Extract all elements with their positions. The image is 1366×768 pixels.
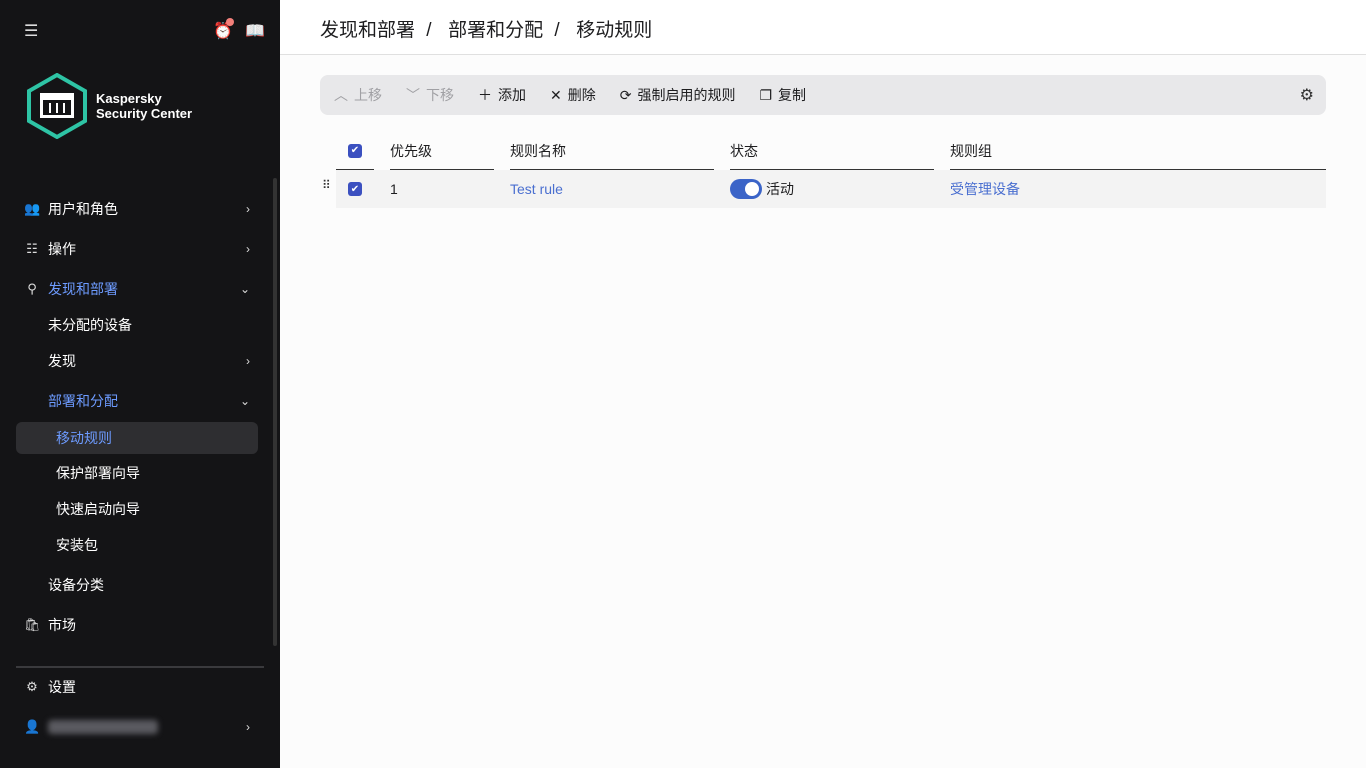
plus-icon: ＋ <box>478 87 492 103</box>
sidebar-item-discovery-deployment[interactable]: ⚲ 发现和部署 ⌄ <box>16 273 258 305</box>
chevron-up-icon: ︿ <box>334 87 348 103</box>
chevron-right-icon: › <box>246 720 250 734</box>
bag-icon: 🛍 <box>24 617 41 632</box>
server-icon: ☷ <box>26 241 38 256</box>
sidebar-item-marketplace[interactable]: 🛍 市场 <box>16 609 258 641</box>
close-icon: ✕ <box>550 86 562 103</box>
column-header-group[interactable]: 规则组 <box>950 132 1326 170</box>
label: 市场 <box>48 617 76 633</box>
sidebar-item-installation-packages[interactable]: 安装包 <box>16 529 258 561</box>
label: 设置 <box>48 679 76 695</box>
force-rules-button[interactable]: ⟳ 强制启用的规则 <box>620 85 736 105</box>
table-row[interactable]: ⠿ ✔ 1 Test rule 活动 受管理设备 <box>322 170 1326 208</box>
sidebar-item-deployment-assignment[interactable]: 部署和分配 ⌄ <box>16 385 258 417</box>
label: 下移 <box>426 87 454 103</box>
rules-table: ✔ 优先级 规则名称 状态 规则组 ⠿ ✔ 1 Test rule 活动 受管理… <box>322 132 1326 208</box>
column-header-priority[interactable]: 优先级 <box>390 132 494 170</box>
menu-icon[interactable]: ☰ <box>24 22 38 42</box>
search-icon: ⚲ <box>27 281 37 296</box>
label: 保护部署向导 <box>56 465 140 481</box>
label: 未分配的设备 <box>48 317 132 333</box>
username-blurred <box>48 720 158 734</box>
toolbar: ︿ 上移 ﹀ 下移 ＋ 添加 ✕ 删除 ⟳ 强制启用的规则 ❐ 复制 ⚙ <box>320 75 1326 115</box>
label: 强制启用的规则 <box>637 87 736 103</box>
breadcrumb-item[interactable]: 发现和部署 <box>320 20 415 41</box>
sliders-icon: ⚙ <box>26 679 38 694</box>
label: 删除 <box>567 87 596 103</box>
chevron-down-icon: ﹀ <box>406 87 420 103</box>
label: 添加 <box>498 87 526 103</box>
chevron-down-icon: ⌄ <box>239 394 250 408</box>
logo-icon <box>27 73 87 139</box>
refresh-icon: ⟳ <box>619 86 632 103</box>
breadcrumb: 发现和部署 / 部署和分配 / 移动规则 <box>280 0 1366 55</box>
chevron-right-icon: › <box>246 202 250 216</box>
users-icon: 👥 <box>24 201 41 216</box>
breadcrumb-current: 移动规则 <box>576 20 653 41</box>
delete-button[interactable]: ✕ 删除 <box>550 85 596 105</box>
brand-line2: Security Center <box>96 106 193 121</box>
select-all-checkbox[interactable]: ✔ <box>348 143 362 158</box>
gear-icon[interactable]: ⚙ <box>1300 85 1314 105</box>
label: 设备分类 <box>48 577 104 593</box>
chevron-right-icon: › <box>246 354 250 368</box>
sidebar-item-device-selections[interactable]: 设备分类 <box>16 569 258 601</box>
sidebar-item-settings[interactable]: ⚙ 设置 <box>16 671 258 703</box>
chevron-right-icon: › <box>246 242 250 256</box>
brand-line1: Kaspersky <box>96 91 162 106</box>
group-link[interactable]: 受管理设备 <box>950 170 1020 208</box>
row-checkbox[interactable]: ✔ <box>348 182 362 196</box>
label: 用户和角色 <box>48 201 118 217</box>
column-header-status[interactable]: 状态 <box>730 132 934 170</box>
book-icon[interactable]: 📖 <box>245 22 265 42</box>
drag-handle-icon[interactable]: ⠿ <box>322 179 331 191</box>
sidebar-item-user-account[interactable]: 👤 › <box>16 711 258 743</box>
status-toggle[interactable] <box>730 179 762 199</box>
move-up-button[interactable]: ︿ 上移 <box>334 85 382 105</box>
sidebar-item-users-roles[interactable]: 👥 用户和角色 › <box>16 193 258 225</box>
sidebar-item-protection-wizard[interactable]: 保护部署向导 <box>16 457 258 489</box>
status-label: 活动 <box>766 181 794 197</box>
divider <box>16 666 264 668</box>
chevron-down-icon: ⌄ <box>239 282 250 296</box>
table-header: ✔ 优先级 规则名称 状态 规则组 <box>336 132 1326 170</box>
copy-icon: ❐ <box>759 86 773 103</box>
sidebar: ☰ ⏰ 📖 Kaspersky Security Center 👥 用户和角色 › ☷… <box>0 0 280 768</box>
user-icon: 👤 <box>24 719 41 734</box>
label: 安装包 <box>56 537 98 553</box>
label: 移动规则 <box>56 430 112 446</box>
label: 发现和部署 <box>48 281 118 297</box>
column-header-name[interactable]: 规则名称 <box>510 132 714 170</box>
label: 发现 <box>48 353 76 369</box>
label: 部署和分配 <box>48 393 118 409</box>
label: 复制 <box>778 87 807 103</box>
notification-dot <box>226 18 234 26</box>
sidebar-item-quick-start-wizard[interactable]: 快速启动向导 <box>16 493 258 525</box>
rule-name-link[interactable]: Test rule <box>510 170 563 208</box>
copy-button[interactable]: ❐ 复制 <box>759 85 806 105</box>
sidebar-scrollbar[interactable] <box>273 178 277 646</box>
label: 上移 <box>354 87 382 103</box>
add-button[interactable]: ＋ 添加 <box>478 85 526 105</box>
sidebar-item-operations[interactable]: ☷ 操作 › <box>16 233 258 265</box>
priority-cell: 1 <box>390 181 398 197</box>
move-down-button[interactable]: ﹀ 下移 <box>406 85 454 105</box>
label: 操作 <box>48 241 76 257</box>
sidebar-item-moving-rules[interactable]: 移动规则 <box>16 422 258 454</box>
sidebar-item-unassigned-devices[interactable]: 未分配的设备 <box>16 309 258 341</box>
sidebar-item-discovery[interactable]: 发现 › <box>16 345 258 377</box>
breadcrumb-item[interactable]: 部署和分配 <box>448 20 543 41</box>
label: 快速启动向导 <box>56 501 140 517</box>
logo: Kaspersky Security Center <box>26 73 192 139</box>
